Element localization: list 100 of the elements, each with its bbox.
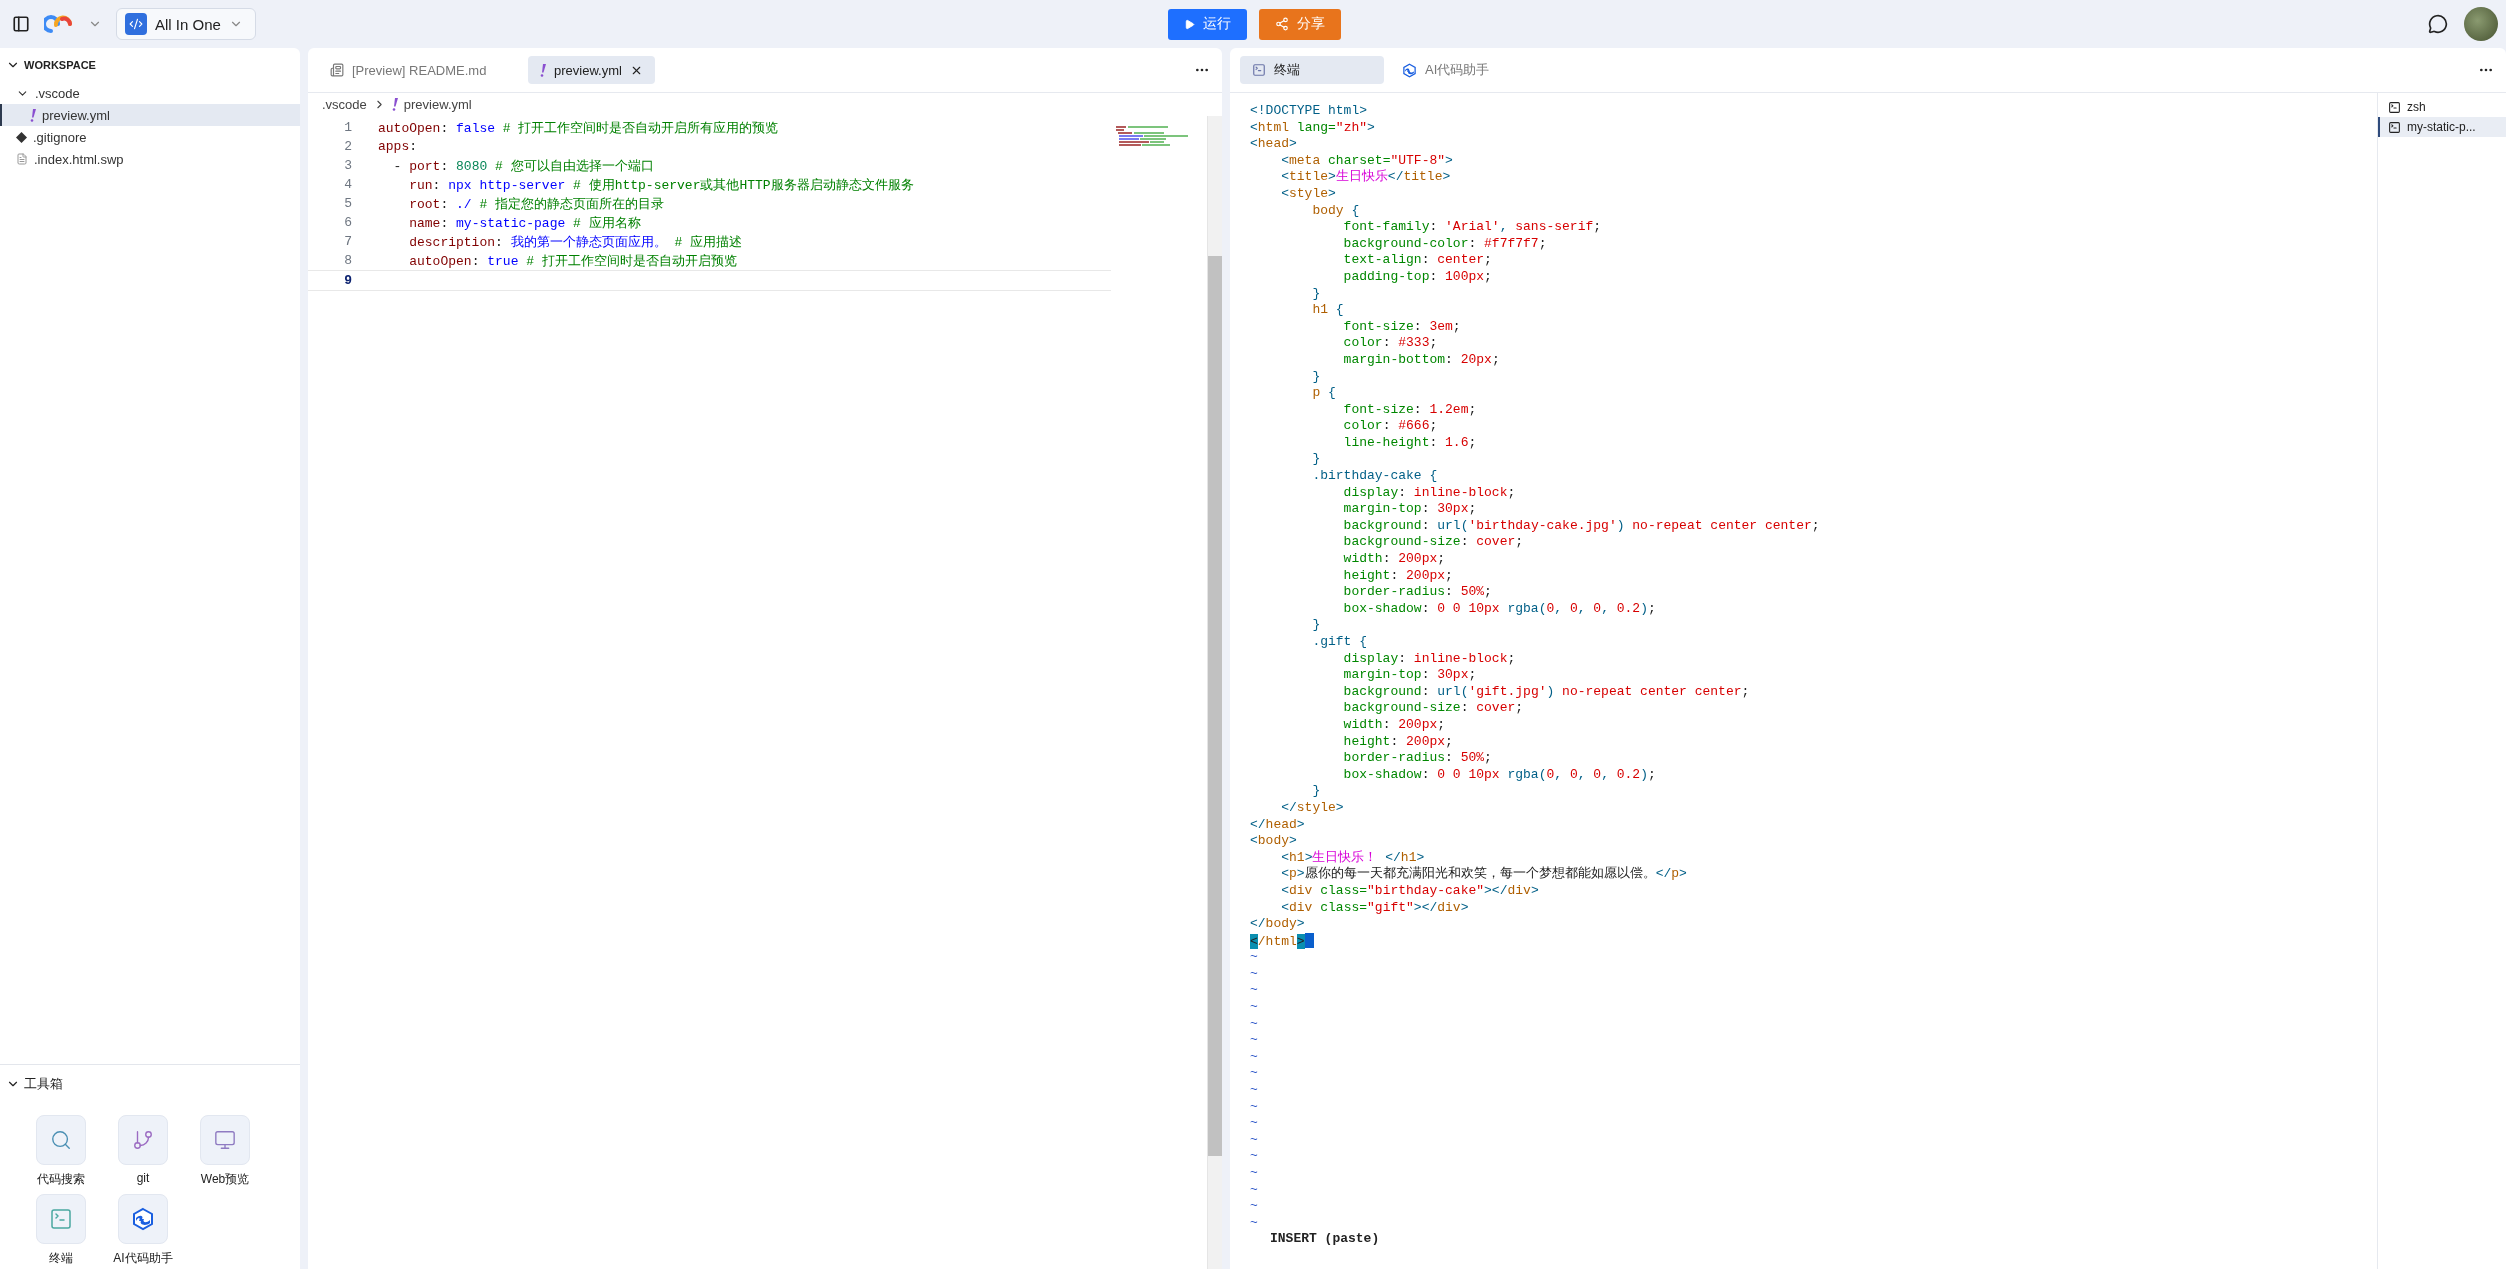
terminal-line: margin-top: 30px; [1342,501,1478,518]
terminal-icon [1252,63,1266,77]
line-number: 5 [343,196,353,211]
terminal-line: font-size: 3em; [1342,318,1462,336]
minimap [1116,126,1188,148]
branch-icon [132,1129,154,1151]
tree-item[interactable]: preview.yml [0,104,300,126]
terminal-line: </style> [1280,799,1345,817]
terminal-line: } [1311,368,1322,386]
exclamation-icon [540,63,546,77]
terminal-line: background-color: #f7f7f7; [1342,235,1548,253]
terminal-icon [49,1207,73,1231]
section-title: WORKSPACE [24,59,96,71]
line-number: 9 [343,273,353,288]
line-number: 8 [343,253,353,268]
empty-line-marker: ~ [1250,1131,1259,1149]
terminal-line: </head> [1250,816,1306,834]
line-number: 4 [343,177,353,192]
terminal-line: height: 200px; [1342,567,1454,585]
panel-tab[interactable]: 终端 [1240,56,1384,84]
terminal-line: } [1311,617,1322,634]
editor-tab[interactable]: preview.yml [528,56,655,84]
terminal-line: background: url('gift.jpg') no-repeat center center; [1342,683,1751,701]
sidebar-toggle-icon[interactable] [10,13,32,35]
terminal-line: color: #333; [1342,335,1439,352]
terminal-line: } [1311,451,1322,469]
empty-line-marker: ~ [1250,1214,1259,1232]
terminal-line: <p>愿你的每一天都充满阳光和欢笑，每一个梦想都能如愿以偿。</p> [1280,866,1688,883]
code-line: run: npx http-server # 使用http-server或其他HTTP服务器启动静态文件服务 [408,176,914,194]
terminal-line: <style> [1280,185,1337,203]
tool-button[interactable] [118,1194,168,1244]
terminal-line: </body> [1250,916,1306,933]
code-text: /html [1257,933,1297,949]
scrollbar-thumb[interactable] [1208,256,1222,1156]
play-icon [1183,18,1195,30]
breadcrumb-item[interactable]: .vscode [322,97,367,112]
avatar[interactable] [2464,7,2498,41]
terminal-line: <!DOCTYPE html> [1250,103,1369,120]
tree-item[interactable]: .gitignore [0,126,300,148]
empty-line-marker: ~ [1250,1165,1259,1182]
terminal-line: width: 200px; [1342,551,1447,568]
empty-line-marker: ~ [1250,1115,1259,1132]
terminal-line: padding-top: 100px; [1342,268,1493,286]
terminal-line: <title>生日快乐</title> [1280,169,1452,186]
ai-icon [1402,62,1417,78]
terminal-line: line-height: 1.6; [1342,434,1478,452]
search-icon [50,1129,72,1151]
tree-item[interactable]: .index.html.swp [0,148,300,170]
line-number: 7 [343,234,353,249]
terminal-line: border-radius: 50%; [1342,584,1493,601]
terminal-line: background: url('birthday-cake.jpg') no-repeat center center; [1342,517,1821,535]
terminal-line: display: inline-block; [1342,650,1517,668]
terminal-line: .gift { [1311,634,1369,651]
terminal-line: } [1311,783,1322,800]
panel-tab[interactable]: AI代码助手 [1390,56,1502,84]
terminal-session[interactable]: zsh [2378,97,2506,117]
terminal-line: <body> [1250,833,1298,850]
terminal-line: display: inline-block; [1342,484,1517,502]
terminal-session[interactable]: my-static-p... [2378,117,2506,137]
empty-line-marker: ~ [1250,1015,1259,1033]
code-icon [125,13,147,35]
line-number: 2 [343,139,353,154]
run-button[interactable]: 运行 [1167,8,1247,40]
terminal-line: h1 { [1311,302,1345,319]
section-title: 工具箱 [24,1075,63,1093]
code-line: autoOpen: false # 打开工作空间时是否自动开启所有应用的预览 [378,119,779,137]
share-icon [1274,17,1289,31]
code-line: description: 我的第一个静态页面应用。 # 应用描述 [408,233,743,251]
chat-icon[interactable] [2426,12,2450,36]
editor-tab[interactable]: [Preview] README.md [318,56,522,84]
matched-bracket: < [1250,933,1258,949]
line-number: 3 [343,158,353,173]
terminal-line: } [1311,285,1322,303]
empty-line-marker: ~ [1250,1148,1259,1165]
terminal-icon [2388,100,2401,114]
code-line: - port: 8080 # 您可以自由选择一个端口 [392,157,654,175]
terminal-line: p { [1311,385,1337,402]
tool-button[interactable] [118,1115,168,1165]
terminal-line: text-align: center; [1342,252,1493,269]
terminal-line: <div class="birthday-cake"></div> [1280,882,1540,900]
workspace-dropdown[interactable]: All In One [116,8,256,40]
empty-line-marker: ~ [1250,949,1259,966]
tool-button[interactable] [200,1115,250,1165]
git-icon [16,131,27,143]
tool-label: Web预览 [200,1171,250,1188]
file-icon [16,153,28,165]
terminal-line: margin-bottom: 20px; [1342,351,1501,369]
tool-label: AI代码助手 [113,1250,173,1267]
tree-item[interactable]: .vscode [0,82,300,104]
terminal-line: .birthday-cake { [1311,468,1439,485]
terminal-line: <div class="gift"></div> [1280,899,1470,917]
line-number: 6 [343,215,353,230]
mode-indicator: INSERT (paste) [1269,1231,1380,1248]
empty-line-marker: ~ [1250,1048,1259,1066]
empty-line-marker: ~ [1250,965,1259,983]
line-number: 1 [343,120,353,135]
tool-label: git [136,1171,150,1185]
tool-label: 终端 [49,1250,73,1267]
empty-line-marker: ~ [1250,982,1259,1000]
breadcrumb-item[interactable]: preview.yml [391,97,472,112]
